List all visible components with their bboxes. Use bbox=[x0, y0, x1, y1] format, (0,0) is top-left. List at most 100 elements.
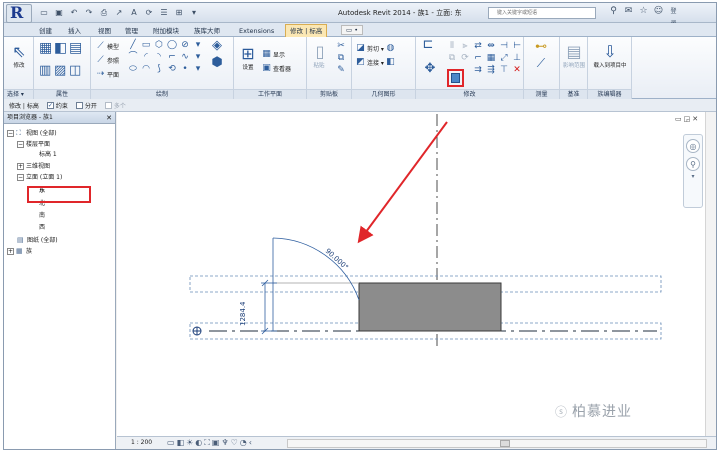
arc-center-icon[interactable]: ◜ bbox=[140, 52, 152, 63]
select-panel-label[interactable]: 选择 ▾ bbox=[4, 89, 33, 99]
tab-modify-level[interactable]: 修改 | 标高 bbox=[285, 24, 328, 37]
arc-start-end-icon[interactable]: ⌒ bbox=[127, 52, 139, 63]
align-icon[interactable]: ⊏ bbox=[420, 38, 436, 55]
login-button[interactable]: 登录 bbox=[668, 6, 679, 27]
propagate-extents-tool[interactable]: ▤ 影响范围 bbox=[562, 41, 586, 70]
height-dimension-text[interactable]: 1284.4 bbox=[239, 302, 247, 327]
point-icon[interactable]: • bbox=[179, 64, 191, 75]
family-category-icon[interactable]: ◧ bbox=[54, 41, 67, 61]
zoom-icon[interactable]: ⚲ bbox=[686, 157, 700, 171]
collapse-icon[interactable]: − bbox=[17, 141, 24, 148]
match-properties-icon[interactable]: ✎ bbox=[335, 65, 347, 76]
tree-level-1[interactable]: 标高 1 bbox=[39, 150, 57, 159]
reference-line-tool[interactable]: ⟋ 参照 bbox=[95, 54, 119, 66]
unpin-icon[interactable]: ⊤ bbox=[498, 65, 510, 76]
trim-multiple-icon[interactable]: ⇶ bbox=[485, 65, 497, 76]
shadows-icon[interactable]: ◐ bbox=[195, 438, 202, 448]
polygon-icon[interactable]: ⬡ bbox=[153, 40, 165, 51]
restore-view-icon[interactable]: ◲ bbox=[684, 115, 691, 123]
copy-modify-icon[interactable]: ⧉ bbox=[446, 53, 458, 64]
collapse-icon[interactable]: − bbox=[7, 130, 14, 137]
aligned-dimension-icon[interactable]: ⊷ bbox=[530, 40, 552, 57]
scale-icon[interactable]: ⤢ bbox=[498, 53, 510, 64]
show-crop-icon[interactable]: ▣ bbox=[212, 438, 220, 448]
pick-faces-icon[interactable]: ⟲ bbox=[166, 64, 178, 75]
tab-insert[interactable]: 插入 bbox=[68, 25, 81, 37]
tab-create[interactable]: 创建 bbox=[39, 25, 52, 37]
cut-icon[interactable]: ✂ bbox=[335, 41, 347, 52]
constrain-checkbox[interactable]: ✓ 约束 bbox=[46, 101, 68, 110]
crop-view-icon[interactable]: ⛶ bbox=[204, 438, 210, 448]
draw-dropdown-icon[interactable]: ▾ bbox=[192, 40, 204, 51]
horizontal-scrollbar[interactable] bbox=[287, 439, 707, 448]
more-icon[interactable]: ‹ bbox=[249, 438, 252, 448]
set-workplane-tool[interactable]: ⊞ 设置 bbox=[237, 43, 259, 72]
close-icon[interactable]: ✕ bbox=[106, 112, 112, 124]
highlighted-tool[interactable] bbox=[447, 69, 464, 87]
sun-path-icon[interactable]: ☀ bbox=[186, 438, 193, 448]
spline-icon[interactable]: ∿ bbox=[179, 52, 191, 63]
circle-icon[interactable]: ◯ bbox=[166, 40, 178, 51]
qat-dropdown-icon[interactable]: ▾ bbox=[188, 7, 200, 18]
switch-windows-icon[interactable]: ⊞ bbox=[173, 7, 185, 18]
tree-views-all[interactable]: − ⛶ 视图 (全部) bbox=[7, 129, 57, 138]
polygon-circumscribed-icon[interactable]: ⊘ bbox=[179, 40, 191, 51]
cut-geometry-tool[interactable]: ◪ 剪切 ▾ ◍ bbox=[355, 42, 396, 54]
thin-lines-icon[interactable]: ☰ bbox=[158, 7, 170, 18]
measure-distance-icon[interactable]: ⟋ bbox=[530, 57, 552, 74]
offset-icon[interactable]: ⫴ bbox=[446, 41, 458, 52]
model-line-tool[interactable]: ⟋ 模型 bbox=[95, 40, 119, 52]
tab-addins[interactable]: 附加模块 bbox=[153, 25, 179, 37]
modify-tool[interactable]: ⇖ 修改 bbox=[7, 41, 31, 70]
pin-icon[interactable]: ⊥ bbox=[511, 53, 523, 64]
extrusion-solid[interactable] bbox=[358, 282, 502, 332]
close-view-icon[interactable]: ✕ bbox=[692, 115, 698, 123]
analysis-icon[interactable]: ◔ bbox=[240, 438, 247, 448]
help-search[interactable] bbox=[488, 7, 596, 19]
tree-view-south[interactable]: 南 bbox=[39, 211, 45, 220]
subscription-icon[interactable]: ✉ bbox=[623, 6, 634, 18]
line-icon[interactable]: ╱ bbox=[127, 40, 139, 51]
rotate-icon[interactable]: ⟳ bbox=[459, 53, 471, 64]
measure-icon[interactable]: ↗ bbox=[113, 7, 125, 18]
arc-tangent-icon[interactable]: ◝ bbox=[153, 52, 165, 63]
mirror-axis-icon[interactable]: ⫸ bbox=[459, 41, 471, 52]
redo-icon[interactable]: ↷ bbox=[83, 7, 95, 18]
help-search-input[interactable] bbox=[489, 8, 595, 18]
type-properties-icon[interactable]: ▥ bbox=[39, 64, 51, 81]
join-geometry-tool[interactable]: ◩ 连接 ▾ ◧ bbox=[355, 56, 396, 68]
partial-ellipse-icon[interactable]: ◠ bbox=[140, 64, 152, 75]
drawing-area[interactable]: 90.000° 1284.4 ▭ ◲ ✕ ◎ ⚲ ▾ ⓢ 柏慕进业 bbox=[117, 112, 716, 436]
family-types-icon[interactable]: ▤ bbox=[69, 41, 82, 61]
tree-families[interactable]: + ▦ 族 bbox=[7, 247, 32, 256]
user-icon[interactable]: ☺ bbox=[653, 6, 664, 18]
extend-icon[interactable]: ⇉ bbox=[472, 65, 484, 76]
vertical-scrollbar[interactable] bbox=[705, 112, 716, 436]
binoculars-icon[interactable]: ⚲ bbox=[608, 6, 619, 18]
element-properties-icon[interactable]: ◫ bbox=[69, 64, 81, 81]
tree-floor-plans[interactable]: − 楼层平面 bbox=[17, 140, 50, 149]
tree-elevations[interactable]: − 立面 (立面 1) bbox=[17, 173, 62, 182]
steering-wheel-icon[interactable]: ◎ bbox=[686, 139, 700, 153]
paste-tool[interactable]: ▯ 粘贴 bbox=[309, 41, 329, 70]
mirror-draw-icon[interactable]: ⇄ bbox=[472, 41, 484, 52]
tab-manage[interactable]: 管理 bbox=[125, 25, 138, 37]
tree-view-west[interactable]: 西 bbox=[39, 223, 45, 232]
component-icon[interactable]: ◈ bbox=[207, 39, 227, 56]
view-scale[interactable]: 1 : 200 bbox=[131, 439, 152, 446]
split-gap-icon[interactable]: ⊢ bbox=[511, 41, 523, 52]
parameters-icon[interactable]: ▨ bbox=[54, 64, 66, 81]
move-icon[interactable]: ✥ bbox=[422, 62, 438, 79]
tab-extensions[interactable]: Extensions bbox=[239, 25, 274, 37]
multiple-checkbox[interactable]: 多个 bbox=[104, 101, 126, 110]
nav-dropdown-icon[interactable]: ▾ bbox=[690, 173, 696, 180]
copy-icon[interactable]: ⧉ bbox=[335, 53, 347, 64]
trim-icon[interactable]: ⊣ bbox=[498, 41, 510, 52]
workplane-viewer-tool[interactable]: ▣ 查看器 bbox=[261, 62, 291, 74]
undo-icon[interactable]: ↶ bbox=[68, 7, 80, 18]
minimize-view-icon[interactable]: ▭ bbox=[675, 115, 682, 123]
sync-icon[interactable]: ⟳ bbox=[143, 7, 155, 18]
open-icon[interactable]: ▭ bbox=[38, 7, 50, 18]
text-icon[interactable]: A bbox=[128, 7, 140, 18]
delete-icon[interactable]: ✕ bbox=[511, 65, 523, 76]
